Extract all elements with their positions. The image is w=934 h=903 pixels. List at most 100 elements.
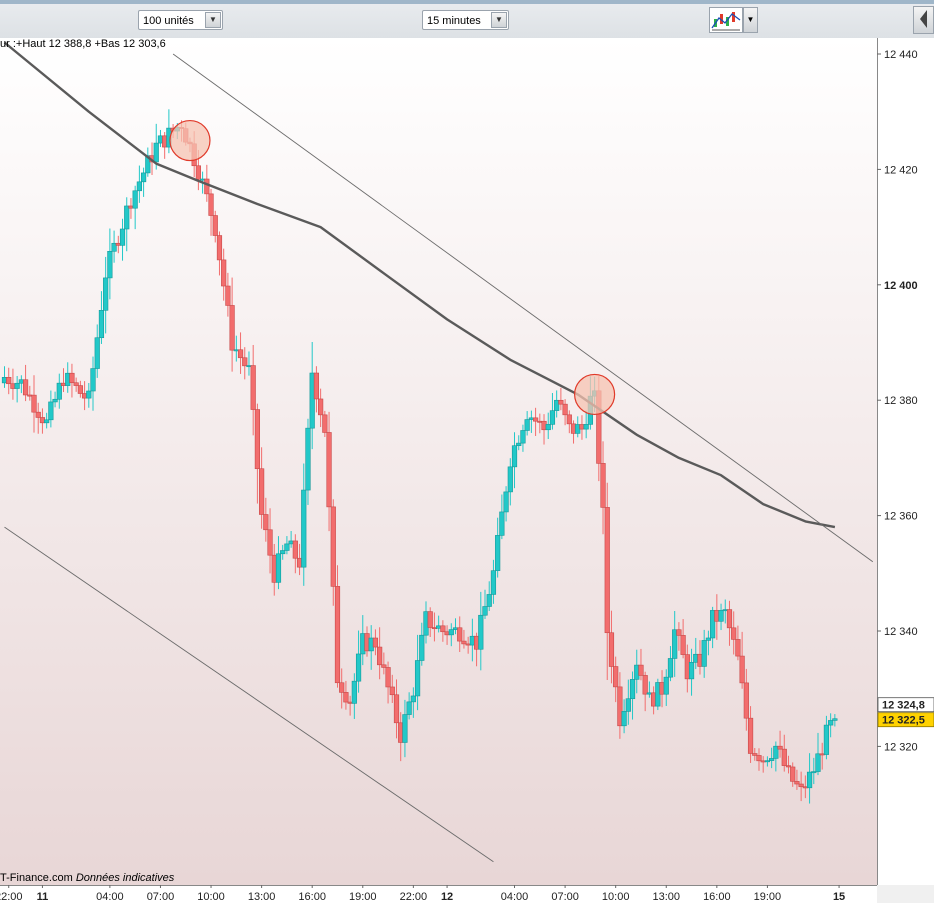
candle-body: [119, 228, 126, 246]
candle-body: [832, 718, 838, 721]
candle-body: [22, 379, 29, 396]
candle-body: [528, 417, 534, 420]
y-tick-label: 12 420: [884, 164, 918, 176]
candle-body: [478, 614, 484, 650]
highlight-circle-marker: [573, 373, 616, 416]
candle-body: [393, 694, 400, 724]
candle-body: [250, 365, 256, 410]
candle-body: [465, 643, 471, 646]
x-tick-label: 07:00: [147, 891, 175, 902]
candle-body: [31, 394, 37, 413]
candle-body: [221, 259, 227, 287]
candle-body: [372, 637, 379, 648]
candle-body: [566, 414, 572, 425]
candle-body: [735, 639, 741, 657]
candle-body: [347, 701, 353, 704]
candle-body: [604, 507, 610, 634]
candle-body: [339, 682, 345, 693]
candle-body: [608, 632, 615, 667]
x-tick-label: 12: [441, 891, 453, 902]
candle-body: [579, 424, 585, 430]
candle-body: [659, 682, 665, 695]
candle-body: [431, 627, 438, 630]
candle-body: [128, 205, 134, 209]
candle-body: [806, 771, 813, 789]
candle-body: [406, 701, 412, 715]
x-tick-label: 04:00: [501, 891, 529, 902]
candle-body: [318, 398, 324, 416]
candle-body: [828, 720, 834, 726]
candle-body: [136, 181, 142, 192]
candle-body: [351, 680, 357, 704]
candle-body: [267, 529, 273, 556]
candle-body: [419, 634, 425, 661]
candle-body: [216, 235, 223, 261]
candle-body: [77, 385, 83, 394]
candle-body: [288, 540, 294, 545]
candle-body: [676, 629, 682, 636]
candle-body: [575, 424, 581, 434]
candle-body: [254, 409, 261, 470]
candle-body: [233, 349, 239, 352]
candle-body: [516, 442, 522, 447]
candle-body: [549, 410, 556, 425]
candle-body: [617, 686, 623, 727]
candle-body: [44, 419, 50, 424]
candle-body: [541, 420, 547, 431]
candle-body: [313, 372, 320, 400]
candle-body: [334, 586, 341, 684]
candle-body: [570, 423, 577, 434]
candle-body: [305, 427, 311, 491]
candle-body: [427, 611, 433, 628]
candle-body: [377, 646, 383, 666]
candle-body: [769, 758, 775, 761]
last-price-label: 12 324,8: [882, 700, 925, 712]
candle-body: [642, 675, 648, 695]
candle-body: [764, 760, 771, 763]
candle-body: [752, 753, 758, 756]
candle-body: [726, 609, 733, 629]
candle-body: [823, 724, 830, 755]
candle-body: [558, 399, 564, 405]
channel-upper-line: [172, 53, 874, 563]
candle-body: [111, 242, 117, 252]
candle-body: [86, 390, 92, 399]
x-tick-label: 22:00: [0, 891, 22, 902]
candle-body: [280, 550, 286, 555]
candle-body: [777, 745, 783, 750]
candle-body: [697, 653, 703, 667]
x-tick-label: 22:00: [400, 891, 428, 902]
candle-body: [756, 755, 762, 762]
candle-body: [798, 783, 804, 788]
candle-body: [14, 382, 20, 389]
candle-body: [705, 637, 712, 641]
x-tick-label: 15: [833, 891, 845, 902]
candle-body: [208, 193, 214, 216]
candle-body: [710, 610, 716, 639]
candle-body: [162, 135, 168, 148]
candle-body: [103, 277, 109, 311]
candle-body: [242, 357, 248, 367]
plot-layer: [1, 41, 874, 863]
candle-body: [490, 570, 497, 595]
candle-body: [440, 625, 446, 633]
credit-source: T-Finance.com: [0, 872, 73, 884]
candle-body: [124, 205, 130, 230]
candle-body: [600, 463, 606, 508]
moving-average-line: [3, 41, 836, 529]
candle-body: [790, 766, 796, 782]
candle-body: [701, 640, 707, 667]
candle-body: [360, 633, 366, 655]
candle-body: [562, 403, 568, 416]
x-tick-label: 16:00: [298, 891, 326, 902]
candle-body: [410, 695, 416, 703]
candle-body: [389, 686, 395, 696]
candle-body: [621, 711, 627, 727]
y-tick-label: 12 360: [884, 511, 918, 523]
candle-body: [482, 606, 488, 616]
candle-body: [722, 609, 728, 612]
candle-body: [672, 629, 678, 659]
candle-body: [6, 377, 12, 385]
candle-body: [18, 379, 24, 384]
candle-body: [229, 305, 235, 351]
